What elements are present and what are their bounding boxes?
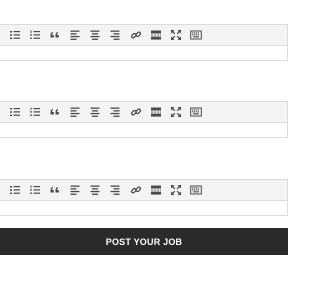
read-more-icon xyxy=(150,106,162,118)
align-left-icon xyxy=(69,29,81,41)
align-left-button[interactable] xyxy=(68,105,82,119)
ordered-list-button[interactable] xyxy=(28,105,42,119)
editor-toolbar xyxy=(0,101,288,123)
keyboard-button[interactable] xyxy=(189,28,203,42)
editor-toolbar xyxy=(0,179,288,201)
editor-text-area[interactable] xyxy=(0,123,288,138)
align-right-icon xyxy=(109,29,121,41)
quote-icon xyxy=(49,184,61,196)
quote-button[interactable] xyxy=(48,105,62,119)
ordered-list-icon xyxy=(29,29,41,41)
align-left-button[interactable] xyxy=(68,183,82,197)
quote-icon xyxy=(49,29,61,41)
post-your-job-button[interactable]: POST YOUR JOB xyxy=(0,228,288,255)
link-icon xyxy=(130,106,142,118)
link-button[interactable] xyxy=(129,183,143,197)
unordered-list-icon xyxy=(9,29,21,41)
editor-text-area[interactable] xyxy=(0,46,288,61)
ordered-list-icon xyxy=(29,184,41,196)
align-left-icon xyxy=(69,184,81,196)
link-icon xyxy=(130,184,142,196)
link-button[interactable] xyxy=(129,28,143,42)
align-right-icon xyxy=(109,106,121,118)
unordered-list-button[interactable] xyxy=(8,183,22,197)
editor-toolbar xyxy=(0,24,288,46)
read-more-button[interactable] xyxy=(149,28,163,42)
ordered-list-button[interactable] xyxy=(28,183,42,197)
align-right-button[interactable] xyxy=(108,28,122,42)
align-right-button[interactable] xyxy=(108,183,122,197)
ordered-list-icon xyxy=(29,106,41,118)
fullscreen-button[interactable] xyxy=(169,183,183,197)
keyboard-icon xyxy=(190,106,202,118)
quote-button[interactable] xyxy=(48,183,62,197)
unordered-list-icon xyxy=(9,106,21,118)
read-more-button[interactable] xyxy=(149,183,163,197)
editor-2 xyxy=(0,101,288,138)
align-right-icon xyxy=(109,184,121,196)
unordered-list-button[interactable] xyxy=(8,105,22,119)
fullscreen-icon xyxy=(170,184,182,196)
read-more-button[interactable] xyxy=(149,105,163,119)
keyboard-icon xyxy=(190,29,202,41)
link-button[interactable] xyxy=(129,105,143,119)
fullscreen-button[interactable] xyxy=(169,28,183,42)
link-icon xyxy=(130,29,142,41)
fullscreen-icon xyxy=(170,106,182,118)
editor-text-area[interactable] xyxy=(0,201,288,216)
ordered-list-button[interactable] xyxy=(28,28,42,42)
keyboard-button[interactable] xyxy=(189,183,203,197)
align-center-button[interactable] xyxy=(88,28,102,42)
align-center-icon xyxy=(89,106,101,118)
editor-1 xyxy=(0,24,288,61)
fullscreen-icon xyxy=(170,29,182,41)
read-more-icon xyxy=(150,184,162,196)
align-left-icon xyxy=(69,106,81,118)
align-center-button[interactable] xyxy=(88,183,102,197)
align-left-button[interactable] xyxy=(68,28,82,42)
keyboard-icon xyxy=(190,184,202,196)
quote-icon xyxy=(49,106,61,118)
read-more-icon xyxy=(150,29,162,41)
editor-3 xyxy=(0,179,288,216)
align-center-button[interactable] xyxy=(88,105,102,119)
unordered-list-icon xyxy=(9,184,21,196)
keyboard-button[interactable] xyxy=(189,105,203,119)
align-center-icon xyxy=(89,29,101,41)
unordered-list-button[interactable] xyxy=(8,28,22,42)
fullscreen-button[interactable] xyxy=(169,105,183,119)
quote-button[interactable] xyxy=(48,28,62,42)
align-right-button[interactable] xyxy=(108,105,122,119)
align-center-icon xyxy=(89,184,101,196)
